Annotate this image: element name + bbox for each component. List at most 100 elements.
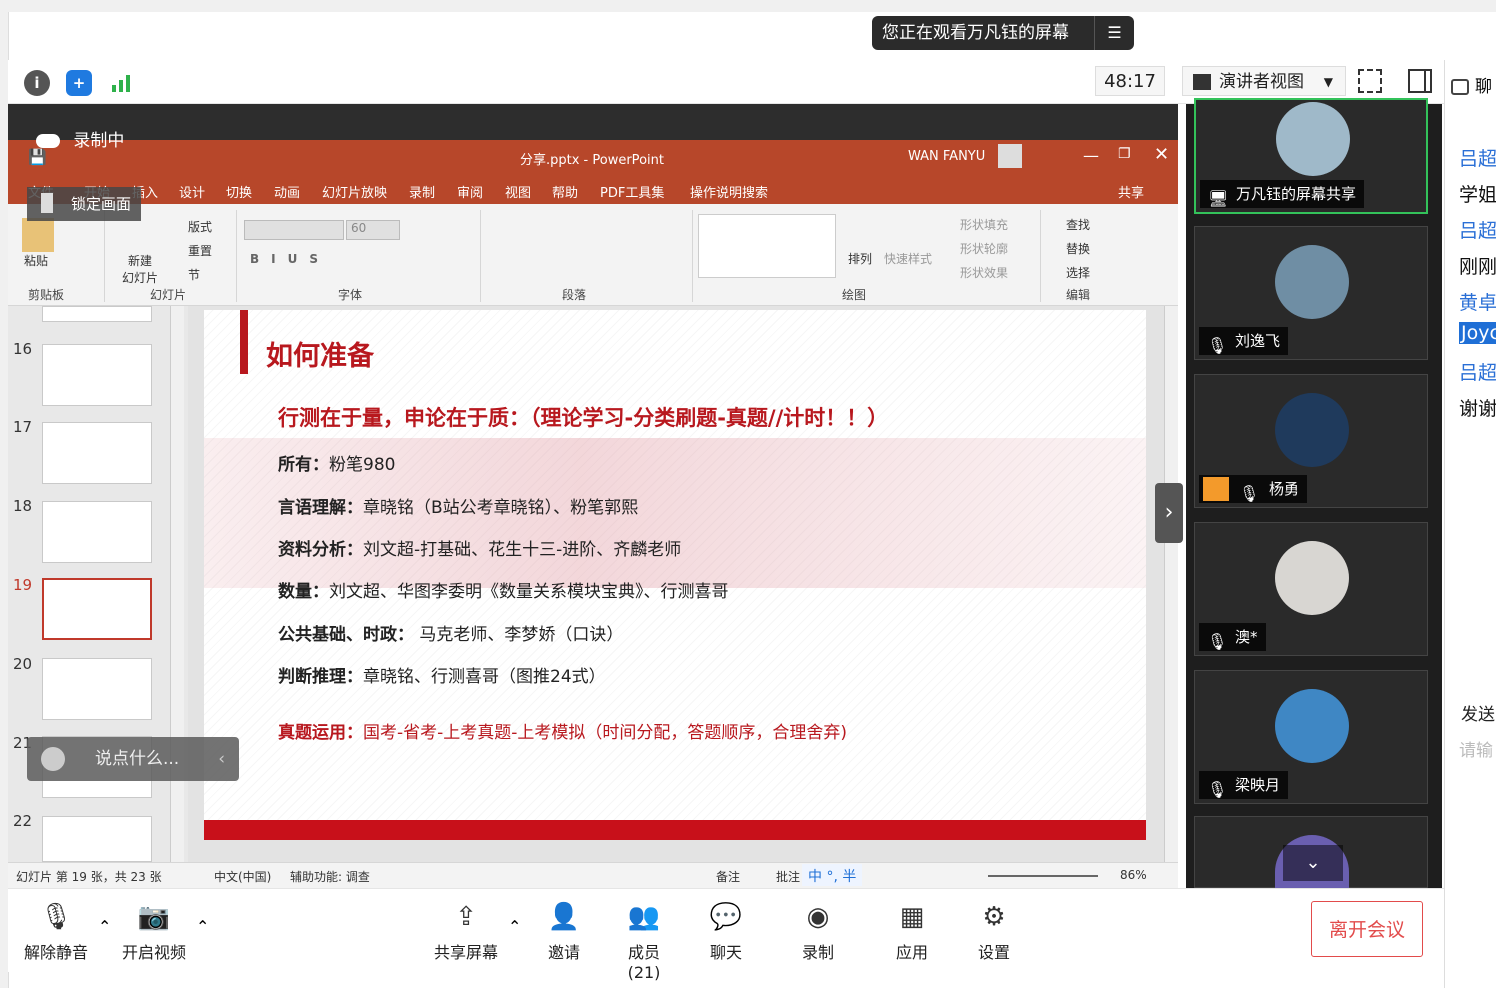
find-button[interactable]: 查找 — [1066, 216, 1090, 233]
ribbon-divider — [692, 210, 693, 302]
chevron-up-icon[interactable]: ⌃ — [196, 917, 209, 936]
ppt-status-bar: 幻灯片 第 19 张，共 23 张 中文(中国) 辅助功能: 调查 备注 批注 … — [8, 862, 1178, 888]
restore-icon[interactable]: ❐ — [1118, 146, 1131, 162]
record-button[interactable]: ◉ 录制 — [798, 901, 838, 963]
members-button[interactable]: 👥 成员(21) — [612, 901, 676, 982]
slide-thumbnail[interactable] — [42, 658, 152, 720]
slide-number: 20 — [13, 655, 33, 673]
section-button[interactable]: 节 — [188, 266, 200, 283]
unmute-button[interactable]: 🎙 解除静音 — [24, 901, 88, 963]
slide-thumbnail[interactable] — [42, 344, 152, 406]
chevron-up-icon[interactable]: ⌃ — [98, 917, 111, 936]
font-family-input[interactable] — [244, 220, 344, 240]
slide-number: 16 — [13, 340, 33, 358]
send-button[interactable]: 发送 — [1461, 700, 1495, 725]
sidebar-toggle-icon[interactable] — [1408, 69, 1432, 93]
chat-button[interactable]: 💬 聊天 — [706, 901, 746, 963]
slide-vertical-scrollbar[interactable] — [1164, 306, 1178, 862]
info-icon[interactable]: i — [24, 70, 50, 96]
say-something-input[interactable]: 说点什么... ‹ — [27, 737, 239, 781]
participant-tile[interactable]: 🎙 梁映月 — [1194, 670, 1428, 804]
collapse-panel-button[interactable]: › — [1155, 483, 1183, 543]
chevron-up-icon[interactable]: ⌃ — [508, 917, 521, 936]
font-format-buttons[interactable]: BIUS — [250, 252, 330, 266]
participant-tile[interactable]: 🎙 刘逸飞 — [1194, 226, 1428, 360]
notes-button[interactable]: 备注 — [716, 868, 740, 885]
avatar[interactable] — [998, 144, 1022, 168]
replace-button[interactable]: 替换 — [1066, 240, 1090, 257]
zoom-slider[interactable] — [988, 875, 1098, 877]
security-shield-icon[interactable]: + — [66, 70, 92, 96]
tab-design[interactable]: 设计 — [179, 182, 205, 201]
collapse-left-icon[interactable]: ‹ — [218, 737, 225, 781]
tab-record[interactable]: 录制 — [409, 182, 435, 201]
participant-tile[interactable]: 🎙 澳* — [1194, 522, 1428, 656]
invite-label: 邀请 — [547, 943, 580, 962]
participant-tile[interactable]: 🎙 杨勇 — [1194, 374, 1428, 508]
tab-slideshow[interactable]: 幻灯片放映 — [322, 182, 387, 201]
participant-name: 梁映月 — [1235, 776, 1281, 794]
select-button[interactable]: 选择 — [1066, 264, 1090, 281]
emoji-icon[interactable] — [41, 747, 65, 771]
tab-help[interactable]: 帮助 — [552, 182, 578, 201]
reset-button[interactable]: 重置 — [188, 242, 212, 259]
paste-icon[interactable] — [22, 218, 54, 252]
shape-fill-button[interactable]: 形状填充 — [960, 216, 1008, 233]
shape-outline-button[interactable]: 形状轮廓 — [960, 240, 1008, 257]
new-slide-button[interactable]: 新建 幻灯片 — [112, 252, 168, 286]
tab-view[interactable]: 视图 — [505, 182, 531, 201]
banner-text: 您正在观看万凡钰的屏幕 — [882, 23, 1069, 43]
slide-thumbnail[interactable] — [42, 422, 152, 484]
shape-effect-button[interactable]: 形状效果 — [960, 264, 1008, 281]
screen-share-banner[interactable]: 您正在观看万凡钰的屏幕 ☰ — [872, 16, 1134, 50]
fullscreen-icon[interactable] — [1358, 69, 1382, 93]
accessibility-indicator[interactable]: 辅助功能: 调查 — [290, 868, 370, 885]
ime-indicator[interactable]: 中 °, 半 — [802, 864, 863, 886]
view-mode-dropdown[interactable]: 演讲者视图 ▼ — [1182, 66, 1346, 96]
chat-input[interactable]: 请输 — [1459, 736, 1493, 761]
members-icon: 👥 — [627, 902, 661, 932]
leave-meeting-button[interactable]: 离开会议 — [1311, 901, 1423, 957]
lock-screen-button[interactable]: 锁定画面 — [27, 187, 141, 221]
zoom-level[interactable]: 86% — [1120, 868, 1147, 882]
share-button[interactable]: 共享 — [1118, 182, 1144, 201]
current-slide[interactable]: 如何准备 行测在于量，申论在于质：（理论学习-分类刷题-真题//计时！！） 所有… — [204, 310, 1146, 840]
participant-tile[interactable]: ⌄ — [1194, 816, 1428, 889]
tab-transitions[interactable]: 切换 — [226, 182, 252, 201]
tab-review[interactable]: 审阅 — [457, 182, 483, 201]
arrange-button[interactable]: 排列 — [848, 250, 872, 267]
apps-button[interactable]: ▦ 应用 — [892, 901, 932, 963]
paste-label[interactable]: 粘贴 — [24, 252, 48, 269]
tab-pdf[interactable]: PDF工具集 — [600, 182, 664, 201]
slide-thumbnail[interactable] — [42, 816, 152, 862]
participant-tile[interactable]: 🖥 万凡钰的屏幕共享 — [1194, 98, 1428, 214]
banner-menu-icon[interactable]: ☰ — [1094, 16, 1134, 50]
minimize-icon[interactable]: — — [1083, 146, 1099, 165]
shapes-gallery[interactable] — [698, 214, 836, 278]
chat-header[interactable]: 聊 — [1451, 72, 1492, 97]
record-icon: ◉ — [806, 902, 830, 932]
slide-thumbnail-selected[interactable] — [42, 578, 152, 640]
slide-editor: 如何准备 行测在于量，申论在于质：（理论学习-分类刷题-真题//计时！！） 所有… — [188, 306, 1178, 862]
tab-animations[interactable]: 动画 — [274, 182, 300, 201]
close-icon[interactable]: ✕ — [1154, 144, 1169, 165]
signal-icon[interactable] — [108, 70, 134, 96]
invite-button[interactable]: 👤 邀请 — [544, 901, 584, 963]
quick-style-button[interactable]: 快速样式 — [884, 250, 932, 267]
scroll-down-icon[interactable]: ⌄ — [1283, 845, 1343, 881]
video-label: 开启视频 — [121, 943, 186, 962]
slide-number: 18 — [13, 497, 33, 515]
share-screen-button[interactable]: ⇪ 共享屏幕 — [432, 901, 500, 963]
tell-me-search[interactable]: 操作说明搜索 — [690, 182, 768, 201]
layout-button[interactable]: 版式 — [188, 218, 212, 235]
group-clipboard: 剪贴板 — [28, 288, 65, 302]
start-video-button[interactable]: 📷 开启视频 — [120, 901, 188, 963]
avatar — [1275, 245, 1349, 319]
slide-thumbnail[interactable] — [42, 501, 152, 563]
comments-button[interactable]: 批注 — [776, 868, 800, 885]
slide-thumbnail[interactable] — [42, 306, 152, 322]
slide-line-label: 数量： — [278, 582, 329, 602]
language-indicator[interactable]: 中文(中国) — [214, 868, 271, 885]
settings-button[interactable]: ⚙ 设置 — [974, 901, 1014, 963]
font-size-input[interactable]: 60 — [346, 220, 400, 240]
